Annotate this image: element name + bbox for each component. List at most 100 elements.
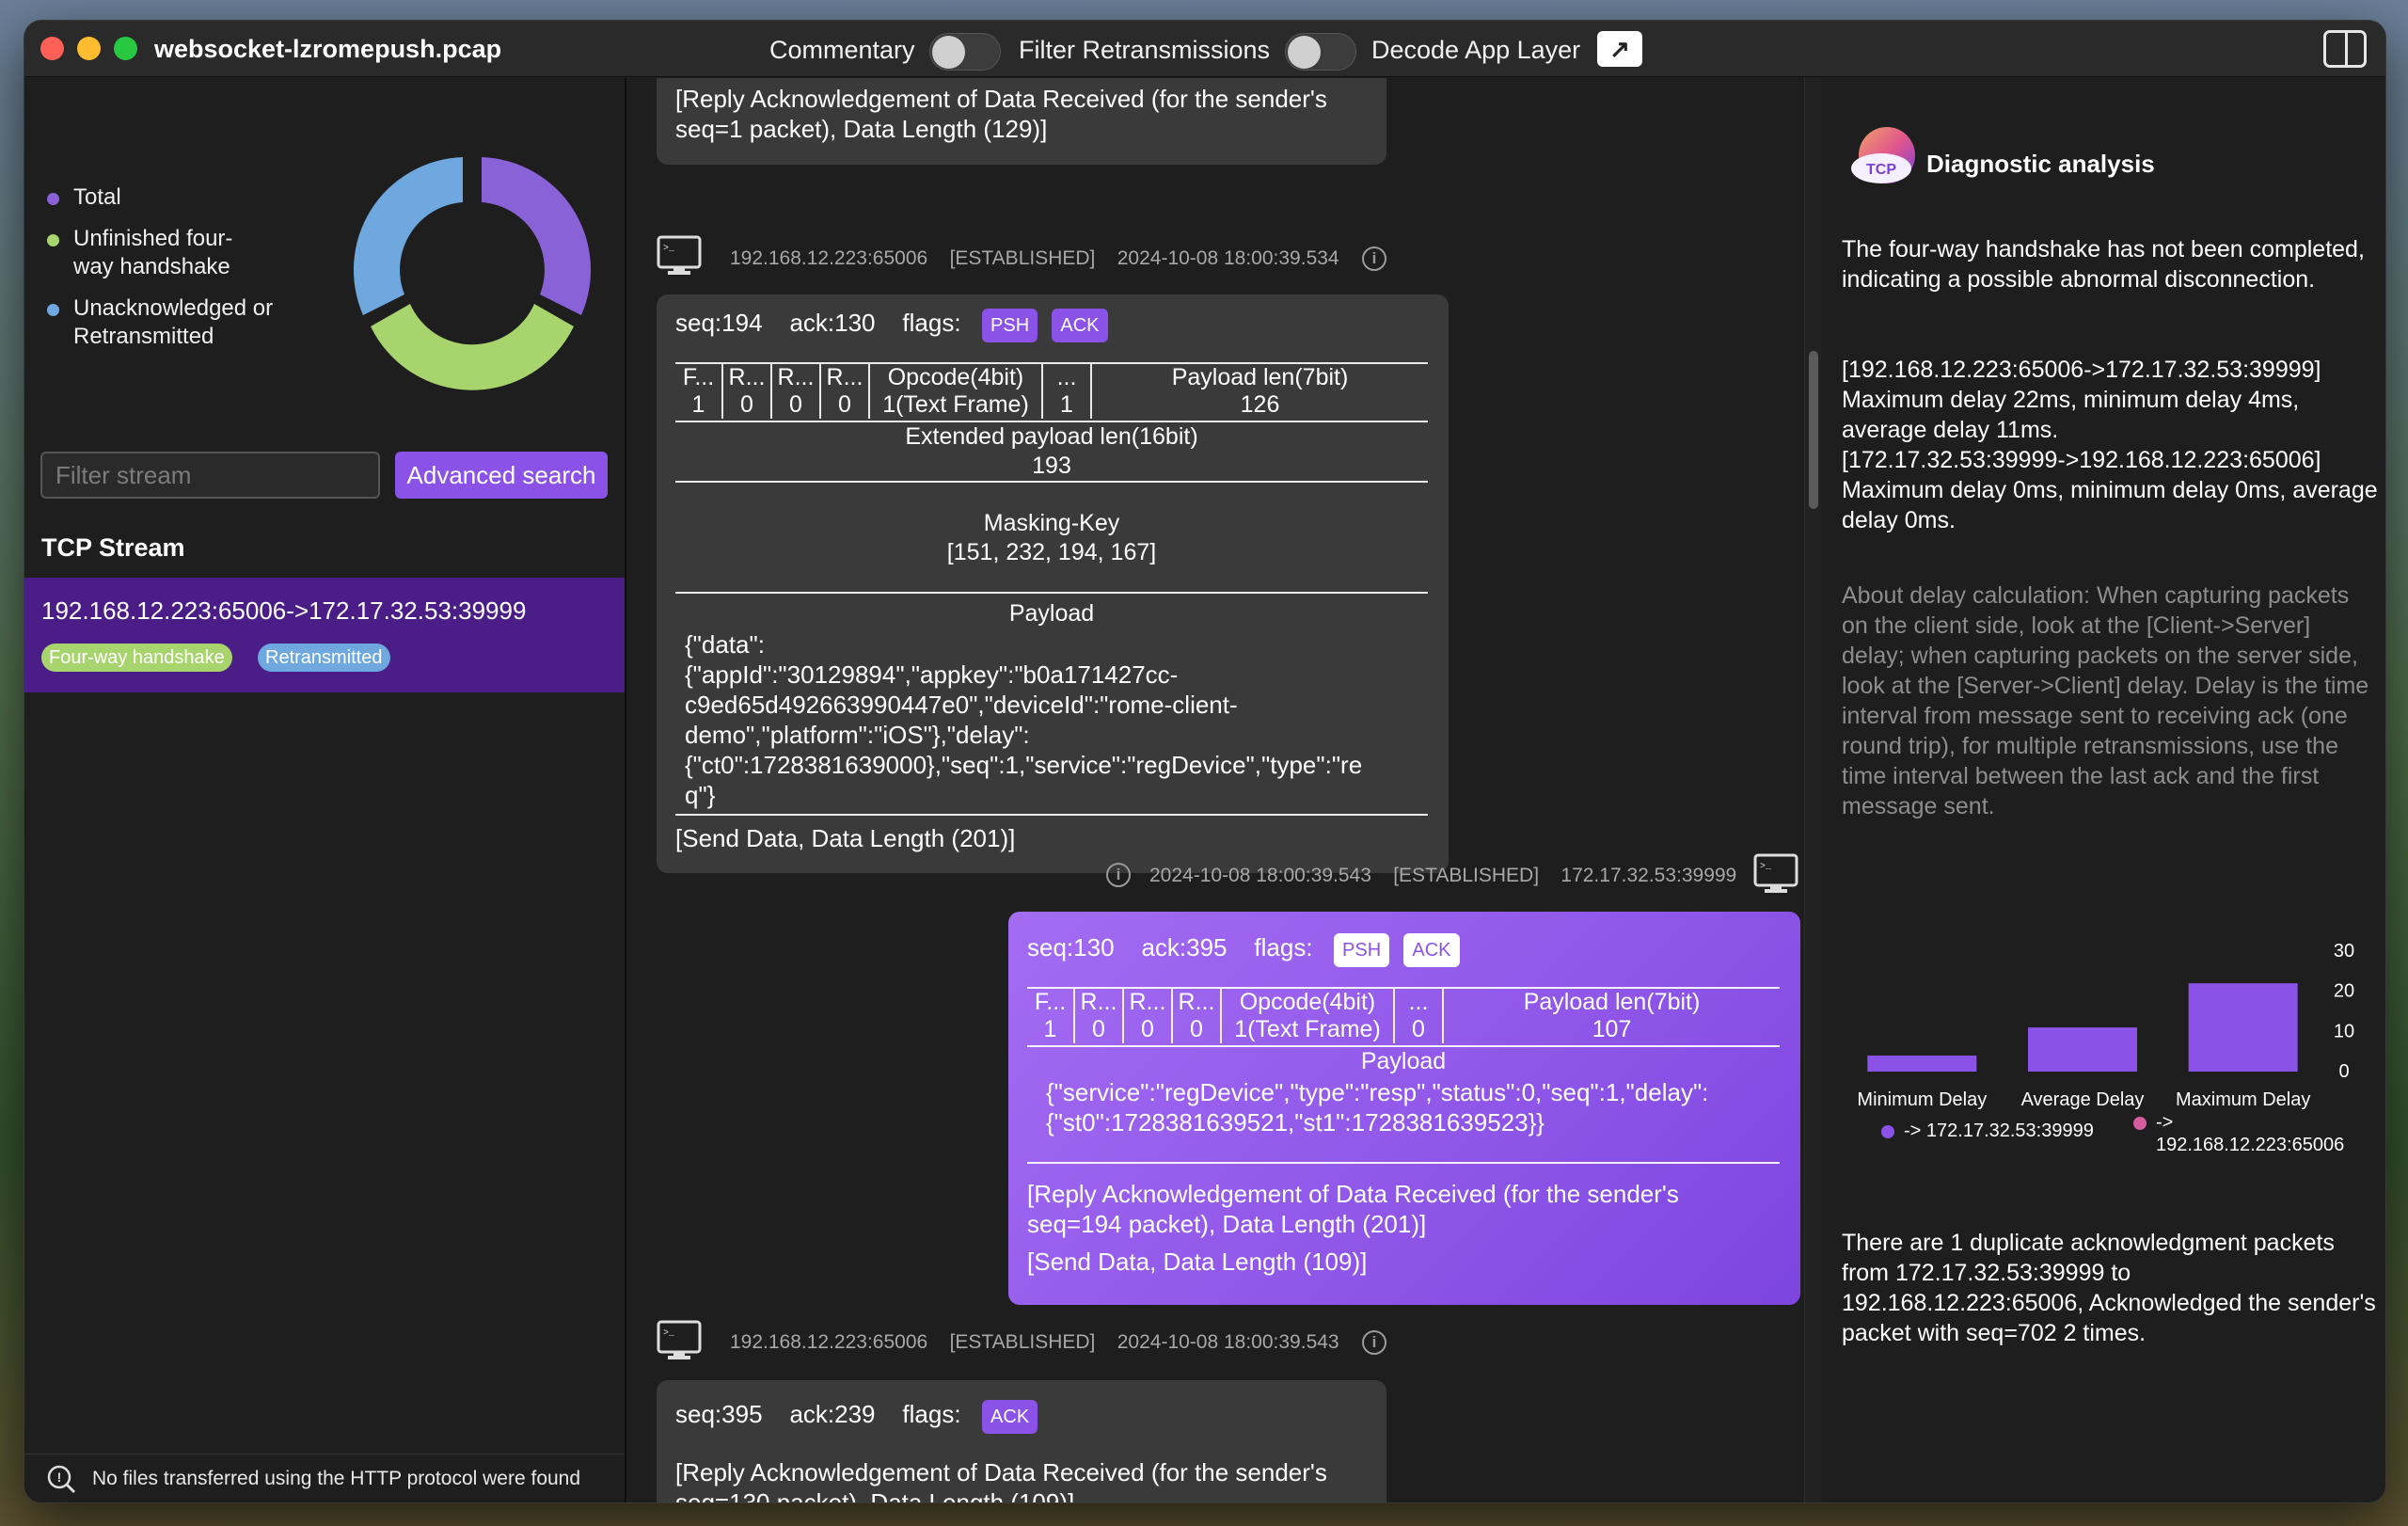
tcp-stream-item[interactable]: 192.168.12.223:65006->172.17.32.53:39999… [24, 578, 625, 692]
packet-address: 172.17.32.53:39999 [1560, 865, 1737, 886]
flags-label: flags: [902, 1400, 961, 1428]
packet-address: 192.168.12.223:65006 [730, 247, 928, 269]
flag-psh-badge: PSH [982, 309, 1038, 342]
ack-value: ack:239 [789, 1400, 876, 1428]
legend-item-total: Total [43, 183, 307, 212]
frame-field-name: R... [826, 364, 863, 390]
packet-list-scrollbar[interactable] [1804, 78, 1821, 1502]
decode-app-layer-button[interactable]: ↗ [1597, 31, 1642, 67]
x-category-label: Maximum Delay [2176, 1089, 2310, 1110]
frame-field-name: ... [1408, 989, 1429, 1015]
payload-content: {"data": {"appId":"30129894","appkey":"b… [685, 629, 1362, 810]
seq-value: seq:194 [675, 309, 763, 337]
info-icon[interactable]: i [1362, 246, 1386, 271]
close-window-button[interactable] [40, 37, 64, 60]
packet-summary-line: [Send Data, Data Length (109)] [1027, 1248, 1368, 1276]
svg-text:>_: >_ [663, 1328, 675, 1339]
title-bar: websocket-lzromepush.pcap Commentary Fil… [24, 21, 2385, 77]
sidebar-toggle-icon[interactable] [2323, 30, 2367, 68]
frame-field-name: F... [682, 364, 715, 390]
legend-label: Total [73, 184, 121, 210]
svg-text:>_: >_ [663, 244, 675, 254]
frame-field-value: 1 [691, 391, 705, 418]
payload-label: Payload [1008, 600, 1095, 627]
filter-retransmissions-label: Filter Retransmissions [1019, 36, 1271, 64]
payload-content: {"service":"regDevice","type":"resp","st… [1046, 1077, 1708, 1137]
frame-field-name: F... [1034, 989, 1067, 1015]
delay-bar-chart: 0 10 20 30 Minimum Delay Average Delay Maximum… [1857, 941, 2354, 1110]
frame-field-value: 1 [1060, 391, 1073, 418]
diagnostic-title: Diagnostic analysis [1926, 150, 2155, 178]
frame-field-name: R... [777, 364, 815, 390]
commentary-toggle[interactable] [929, 33, 1001, 71]
scrollbar-thumb[interactable] [1809, 351, 1818, 509]
frame-field-value: 1(Text Frame) [882, 391, 1029, 418]
frame-field-name: Payload len(7bit) [1171, 364, 1349, 390]
websocket-frame-table: F... 1 R... 0 R... 0 R... 0 Opcode(4bit) 1(Te… [1027, 989, 1780, 1043]
payload-line: {"service":"regDevice","type":"resp","st… [1046, 1078, 1709, 1106]
mask-value: [151, 232, 194, 167] [946, 539, 1157, 565]
decode-app-layer-label: Decode App Layer [1371, 36, 1581, 64]
packet-card: [Reply Acknowledgement of Data Received … [657, 78, 1386, 165]
payload-line: demo","platform":"iOS"},"delay": [685, 721, 1030, 749]
legend-label: Unacknowledged or Retransmitted [73, 295, 274, 349]
client-monitor-icon: >_ [657, 1320, 702, 1359]
ack-value: ack:130 [789, 309, 876, 337]
packet-time: 2024-10-08 18:00:39.543 [1149, 865, 1371, 886]
frame-field-name: R... [1080, 989, 1117, 1015]
y-tick-label: 30 [2334, 941, 2354, 962]
donut-segment-total [482, 157, 592, 315]
handshake-diagnosis: The four-way handshake has not been comp… [1842, 236, 2365, 293]
packet-header-line: seq:395 ack:239 flags: ACK [675, 1399, 1038, 1434]
left-sidebar: Total Unfinished four-way handshake Unac… [24, 78, 626, 1502]
packet-header-line: seq:130 ack:395 flags: PSH ACK [1027, 932, 1460, 967]
divider [675, 592, 1428, 594]
y-tick-label: 20 [2334, 981, 2354, 1002]
legend-dot [1881, 1124, 1894, 1138]
frame-field-name: R... [1129, 989, 1166, 1015]
frame-field-value: 126 [1240, 391, 1280, 418]
info-icon[interactable]: i [1106, 863, 1131, 887]
minimize-window-button[interactable] [77, 37, 101, 60]
payload-line: q"} [685, 781, 716, 809]
y-tick-label: 0 [2338, 1061, 2349, 1082]
packet-list[interactable]: [Reply Acknowledgement of Data Received … [628, 78, 1823, 1502]
diagnostic-panel: TCP Diagnostic analysis The four-way han… [1825, 78, 2385, 1502]
info-icon[interactable]: i [1362, 1330, 1386, 1355]
packet-state: [ESTABLISHED] [949, 1331, 1096, 1353]
frame-field-name: R... [728, 364, 766, 390]
svg-text:!: ! [57, 1470, 62, 1485]
sidebar-footer: ! No files transferred using the HTTP pr… [24, 1454, 625, 1502]
flag-ack-badge: ACK [1052, 309, 1108, 342]
frame-field-value: 0 [1190, 1016, 1203, 1042]
packet-state: [ESTABLISHED] [949, 247, 1096, 269]
packet-summary-line: seq=1 packet), Data Length (129)] [675, 115, 1048, 143]
legend-dot [47, 193, 59, 205]
zoom-window-button[interactable] [114, 37, 137, 60]
stream-legend: Total Unfinished four-way handshake Unac… [43, 183, 307, 364]
payload-label: Payload [1360, 1048, 1447, 1074]
packet-state: [ESTABLISHED] [1393, 865, 1540, 886]
y-tick-label: 10 [2334, 1021, 2354, 1041]
search-info-icon: ! [47, 1465, 76, 1494]
divider [1027, 1162, 1780, 1164]
filter-retransmissions-toggle[interactable] [1285, 33, 1356, 71]
ext-len-value: 193 [1032, 453, 1071, 479]
legend-dot [47, 304, 59, 316]
payload-line: c9ed65d492663990447e0","deviceId":"rome-… [685, 691, 1238, 719]
packet-summary-line: seq=194 packet), Data Length (201)] [1027, 1210, 1427, 1238]
legend-label: -> 172.17.32.53:39999 [1904, 1121, 2094, 1141]
legend-label: -> 192.168.12.223:65006 [2156, 1112, 2345, 1155]
seq-value: seq:395 [675, 1400, 763, 1428]
payload-line: {"st0":1728381639521,"st1":1728381639523… [1046, 1108, 1545, 1137]
advanced-search-button[interactable]: Advanced search [395, 452, 608, 499]
frame-field-value: 0 [1141, 1016, 1154, 1042]
filter-stream-input[interactable] [40, 452, 380, 499]
mask-label: Masking-Key [983, 510, 1120, 536]
frame-field-value: 1 [1043, 1016, 1057, 1042]
delay-summary-server: [172.17.32.53:39999->192.168.12.223:6500… [1842, 447, 2378, 533]
divider [675, 481, 1428, 483]
frame-field-value: 0 [838, 391, 851, 418]
frame-field-name: Opcode(4bit) [887, 364, 1024, 390]
footer-message: No files transferred using the HTTP prot… [92, 1468, 581, 1489]
